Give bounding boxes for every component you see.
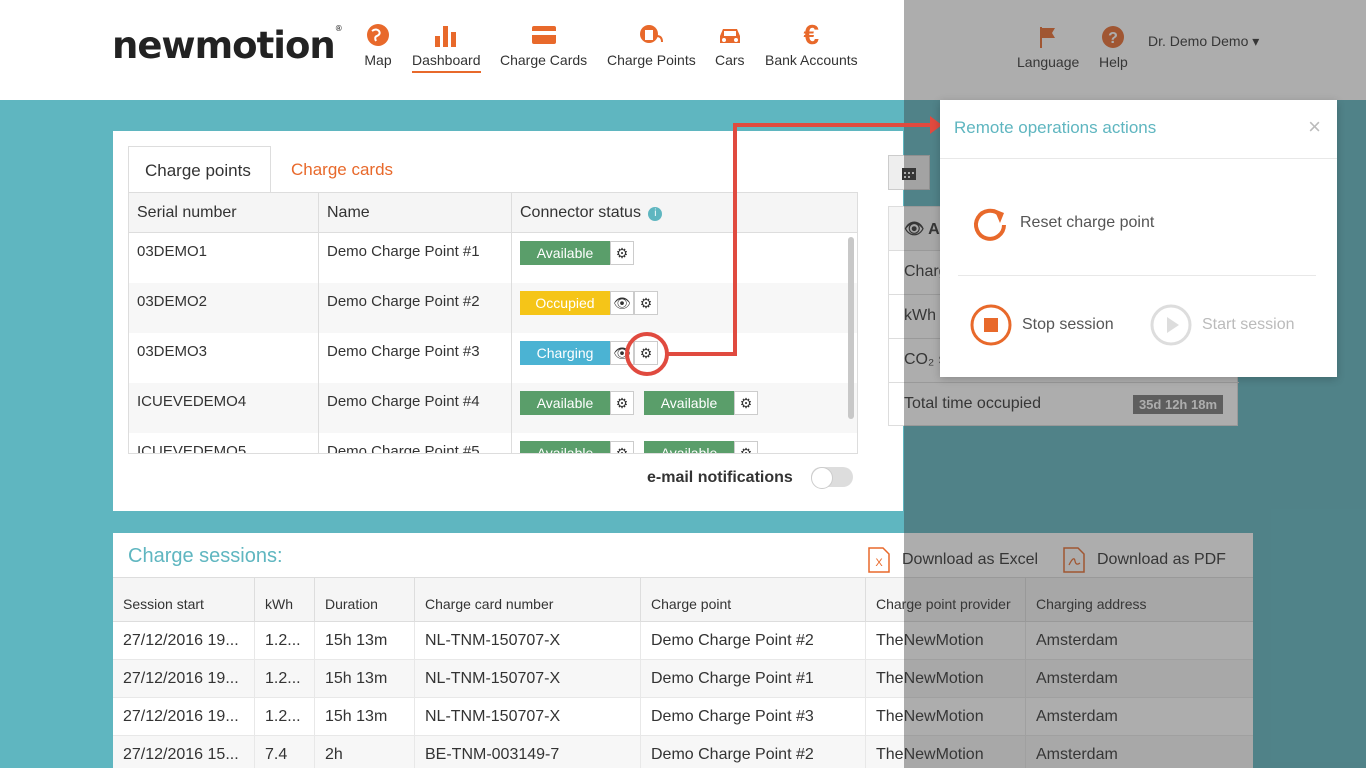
table-header: Serial number Name Connector status i xyxy=(129,193,857,233)
divider xyxy=(940,158,1337,159)
col-name[interactable]: Name xyxy=(319,193,512,233)
sessions-title: Charge sessions: xyxy=(128,545,283,567)
gear-icon[interactable]: ⚙ xyxy=(610,441,634,453)
modal-title: Remote operations actions xyxy=(954,118,1157,137)
eye-icon[interactable]: 👁 xyxy=(610,341,634,365)
serial-cell: 03DEMO1 xyxy=(129,233,319,283)
connector-status: Available ⚙ Available ⚙ xyxy=(520,441,758,453)
col-charge-card-number[interactable]: Charge card number xyxy=(415,578,641,623)
gear-icon[interactable]: ⚙ xyxy=(610,391,634,415)
status-badge: Available xyxy=(644,391,734,415)
status-badge: Available xyxy=(520,241,610,265)
col-session-start[interactable]: Session start xyxy=(113,578,255,623)
globe-icon xyxy=(367,24,389,46)
connector-status: Occupied 👁 ⚙ xyxy=(520,291,658,315)
table-scrollbar[interactable] xyxy=(848,237,854,419)
table-row[interactable]: 03DEMO2 Demo Charge Point #2 Occupied 👁 … xyxy=(129,283,857,333)
refresh-icon xyxy=(974,208,1006,241)
card-icon xyxy=(531,26,556,44)
connector-status: Charging 👁 ⚙ xyxy=(520,341,658,365)
charge-point-icon xyxy=(640,25,664,43)
email-notifications-label: e-mail notifications xyxy=(647,469,793,486)
connector-status: Available ⚙ Available ⚙ xyxy=(520,391,758,415)
bar-chart-icon xyxy=(435,26,457,47)
connector-status: Available ⚙ xyxy=(520,241,634,265)
status-badge: Charging xyxy=(520,341,610,365)
play-icon xyxy=(1150,304,1192,346)
table-row[interactable]: ICUEVEDEMO5 Demo Charge Point #5 Availab… xyxy=(129,433,857,453)
eye-icon[interactable]: 👁 xyxy=(610,291,634,315)
tab-charge-cards[interactable]: Charge cards xyxy=(275,146,415,193)
gear-icon[interactable]: ⚙ xyxy=(634,291,658,315)
name-cell: Demo Charge Point #2 xyxy=(319,283,512,333)
gear-icon[interactable]: ⚙ xyxy=(610,241,634,265)
nav-bank-accounts[interactable]: € Bank Accounts xyxy=(765,19,858,69)
nav-map[interactable]: Map xyxy=(364,22,392,68)
col-charge-point[interactable]: Charge point xyxy=(641,578,866,623)
name-cell: Demo Charge Point #3 xyxy=(319,333,512,383)
table-row[interactable]: 03DEMO1 Demo Charge Point #1 Available ⚙ xyxy=(129,233,857,283)
nav-cars[interactable]: Cars xyxy=(715,22,745,68)
status-badge: Available xyxy=(644,441,734,453)
serial-cell: ICUEVEDEMO4 xyxy=(129,383,319,433)
charge-points-panel: Charge points Charge cards Serial number… xyxy=(113,131,903,511)
col-kwh[interactable]: kWh xyxy=(255,578,315,623)
table-row[interactable]: ICUEVEDEMO4 Demo Charge Point #4 Availab… xyxy=(129,383,857,433)
close-icon[interactable]: × xyxy=(1308,114,1321,140)
status-badge: Available xyxy=(520,391,610,415)
start-session-button[interactable]: Start session xyxy=(1150,304,1294,346)
status-badge: Occupied xyxy=(520,291,610,315)
col-connector-status: Connector status i xyxy=(512,193,857,233)
car-icon xyxy=(719,29,740,43)
reset-charge-point-button[interactable]: Reset charge point xyxy=(970,203,1154,243)
svg-text:X: X xyxy=(875,557,883,569)
remote-operations-modal: Remote operations actions × Reset charge… xyxy=(940,100,1337,377)
col-duration[interactable]: Duration xyxy=(315,578,415,623)
divider xyxy=(958,275,1316,276)
nav-charge-points[interactable]: Charge Points xyxy=(607,22,696,68)
gear-icon[interactable]: ⚙ xyxy=(634,341,658,365)
excel-file-icon: X xyxy=(868,547,890,573)
nav-charge-cards[interactable]: Charge Cards xyxy=(500,22,587,68)
euro-icon: € xyxy=(803,19,820,50)
name-cell: Demo Charge Point #1 xyxy=(319,233,512,283)
stop-session-button[interactable]: Stop session xyxy=(970,304,1114,346)
info-icon[interactable]: i xyxy=(648,207,663,221)
charge-points-table: Serial number Name Connector status i 03… xyxy=(128,192,858,454)
tab-charge-points[interactable]: Charge points xyxy=(128,146,271,193)
status-badge: Available xyxy=(520,441,610,453)
newmotion-logo[interactable]: newmotion® xyxy=(112,24,343,67)
serial-cell: 03DEMO3 xyxy=(129,333,319,383)
gear-icon[interactable]: ⚙ xyxy=(734,391,758,415)
table-row[interactable]: 03DEMO3 Demo Charge Point #3 Charging 👁 … xyxy=(129,333,857,383)
stop-icon xyxy=(970,304,1012,346)
gear-icon[interactable]: ⚙ xyxy=(734,441,758,453)
name-cell: Demo Charge Point #4 xyxy=(319,383,512,433)
name-cell: Demo Charge Point #5 xyxy=(319,433,512,453)
serial-cell: 03DEMO2 xyxy=(129,283,319,333)
col-serial-number[interactable]: Serial number xyxy=(129,193,319,233)
serial-cell: ICUEVEDEMO5 xyxy=(129,433,319,453)
email-notifications-toggle[interactable] xyxy=(811,467,853,489)
nav-dashboard[interactable]: Dashboard xyxy=(412,22,481,73)
